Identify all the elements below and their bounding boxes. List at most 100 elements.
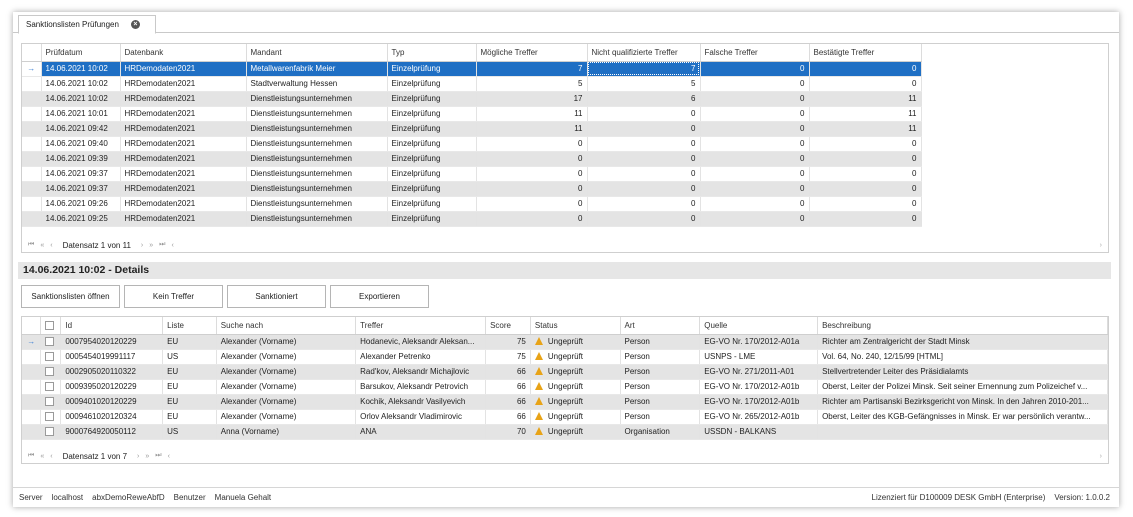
details-table-row[interactable]: 0002905020110322 EU Alexander (Vorname) Rad… <box>22 364 1108 380</box>
cell[interactable]: HRDemodaten2021 <box>120 121 247 137</box>
cell[interactable]: 0 <box>700 121 810 137</box>
cell[interactable]: 0 <box>587 106 701 122</box>
details-scroll-right-icon[interactable]: › <box>1100 453 1102 460</box>
nav-next-icon[interactable]: › <box>141 242 143 249</box>
cell[interactable]: EU <box>162 394 217 410</box>
col-header-datenbank[interactable]: Datenbank <box>120 44 247 62</box>
nav-next-page-icon[interactable]: » <box>149 242 153 249</box>
row-checkbox-cell[interactable] <box>40 349 62 365</box>
cell[interactable]: Person <box>620 364 701 380</box>
cell[interactable]: 0 <box>809 151 922 167</box>
details-table-row[interactable]: 0009395020120229 EU Alexander (Vorname) Bar… <box>22 379 1108 395</box>
row-checkbox-cell[interactable] <box>40 409 62 425</box>
cell[interactable]: Einzelprüfung <box>387 121 477 137</box>
cell[interactable]: 14.06.2021 09:26 <box>41 196 121 212</box>
cell[interactable]: 14.06.2021 09:39 <box>41 151 121 167</box>
row-checkbox[interactable] <box>45 397 55 407</box>
details-nav-first-icon[interactable]: ⏮ <box>28 452 34 460</box>
cell[interactable]: Barsukov, Aleksandr Petrovich <box>355 379 487 395</box>
cell[interactable]: 0 <box>700 166 810 182</box>
col-header-quelle[interactable]: Quelle <box>699 317 819 335</box>
cell[interactable]: 17 <box>476 91 588 107</box>
cell[interactable]: 0 <box>587 196 701 212</box>
cell[interactable]: 0009461020120324 <box>60 409 164 425</box>
cell[interactable]: HRDemodaten2021 <box>120 136 247 152</box>
cell[interactable]: HRDemodaten2021 <box>120 151 247 167</box>
row-checkbox[interactable] <box>45 367 55 377</box>
cell[interactable]: 0 <box>700 151 810 167</box>
cell[interactable]: 66 <box>485 379 531 395</box>
cell[interactable]: 14.06.2021 10:02 <box>41 91 121 107</box>
cell[interactable]: Alexander (Vorname) <box>216 379 357 395</box>
cell[interactable]: 0 <box>476 181 588 197</box>
cell[interactable]: 0 <box>476 166 588 182</box>
cell[interactable]: HRDemodaten2021 <box>120 166 247 182</box>
cell[interactable]: Oberst, Leiter der Polizei Minsk. Seit s… <box>817 379 1108 395</box>
status-cell[interactable]: Ungeprüft <box>530 334 621 350</box>
cell[interactable]: Einzelprüfung <box>387 151 477 167</box>
cell[interactable]: Einzelprüfung <box>387 76 477 92</box>
checks-table-row[interactable]: 14.06.2021 10:02 HRDemodaten2021 Stadtverw… <box>22 76 922 92</box>
cell[interactable]: 0 <box>700 106 810 122</box>
cell[interactable]: 0 <box>587 121 701 137</box>
cell[interactable]: 7 <box>476 61 588 77</box>
cell[interactable]: 0 <box>700 61 810 77</box>
cell[interactable]: EG-VO Nr. 170/2012-A01a <box>699 334 819 350</box>
col-header-status[interactable]: Status <box>530 317 621 335</box>
cell[interactable]: Alexander (Vorname) <box>216 394 357 410</box>
cell[interactable]: Anna (Vorname) <box>216 424 357 440</box>
cell[interactable]: 0 <box>700 76 810 92</box>
checks-table-row[interactable]: 14.06.2021 09:25 HRDemodaten2021 Dienstlei… <box>22 211 922 227</box>
cell[interactable]: Einzelprüfung <box>387 136 477 152</box>
cell[interactable]: 14.06.2021 10:01 <box>41 106 121 122</box>
row-checkbox-cell[interactable] <box>40 424 62 440</box>
col-header-mandant[interactable]: Mandant <box>246 44 388 62</box>
cell[interactable]: EG-VO Nr. 170/2012-A01b <box>699 379 819 395</box>
tab-sanktionslisten-pruefungen[interactable]: Sanktionslisten Prüfungen × <box>18 15 156 34</box>
cell[interactable]: 5 <box>587 76 701 92</box>
cell[interactable] <box>817 424 1108 440</box>
row-checkbox[interactable] <box>45 412 55 422</box>
details-table-row[interactable]: 0009401020120229 EU Alexander (Vorname) Koc… <box>22 394 1108 410</box>
cell[interactable]: Vol. 64, No. 240, 12/15/99 [HTML] <box>817 349 1108 365</box>
cell[interactable]: Dienstleistungsunternehmen <box>246 91 388 107</box>
checks-table-row[interactable]: 14.06.2021 09:37 HRDemodaten2021 Dienstlei… <box>22 166 922 182</box>
scroll-right-icon[interactable]: › <box>1100 242 1102 249</box>
cell[interactable]: Person <box>620 409 701 425</box>
checks-table-row[interactable]: 14.06.2021 09:26 HRDemodaten2021 Dienstlei… <box>22 196 922 212</box>
cell[interactable]: Alexander (Vorname) <box>216 349 357 365</box>
cell[interactable]: EU <box>162 334 217 350</box>
cell[interactable]: 11 <box>809 121 922 137</box>
cell[interactable]: 6 <box>587 91 701 107</box>
cell[interactable]: 0 <box>809 181 922 197</box>
cell[interactable]: Oberst, Leiter des KGB-Gefängnisses in M… <box>817 409 1108 425</box>
close-icon[interactable]: × <box>130 20 140 29</box>
cell[interactable]: 0009401020120229 <box>60 394 164 410</box>
status-cell[interactable]: Ungeprüft <box>530 424 621 440</box>
cell[interactable]: 0 <box>476 196 588 212</box>
cell[interactable]: Einzelprüfung <box>387 106 477 122</box>
cell[interactable]: HRDemodaten2021 <box>120 196 247 212</box>
cell[interactable]: Einzelprüfung <box>387 211 477 227</box>
checks-table-row[interactable]: 14.06.2021 09:42 HRDemodaten2021 Dienstlei… <box>22 121 922 137</box>
cell[interactable]: US <box>162 349 217 365</box>
cell[interactable]: 0002905020110322 <box>60 364 164 380</box>
cell[interactable]: Alexander (Vorname) <box>216 364 357 380</box>
col-header-typ[interactable]: Typ <box>387 44 477 62</box>
cell[interactable]: 0 <box>700 91 810 107</box>
col-header-liste[interactable]: Liste <box>162 317 217 335</box>
cell[interactable]: USSDN - BALKANS <box>699 424 819 440</box>
checks-table-row[interactable]: → 14.06.2021 10:02 HRDemodaten2021 Metallwa… <box>22 61 922 77</box>
col-header-beschreibung[interactable]: Beschreibung <box>817 317 1108 335</box>
row-checkbox-cell[interactable] <box>40 364 62 380</box>
cell[interactable]: Alexander (Vorname) <box>216 409 357 425</box>
col-header-pruefdatum[interactable]: Prüfdatum <box>41 44 121 62</box>
cell[interactable]: 0 <box>700 181 810 197</box>
cell[interactable]: 5 <box>476 76 588 92</box>
cell[interactable]: EU <box>162 364 217 380</box>
cell[interactable]: 14.06.2021 10:02 <box>41 76 121 92</box>
cell[interactable]: EU <box>162 409 217 425</box>
cell[interactable]: 11 <box>809 91 922 107</box>
cell[interactable]: 0 <box>809 211 922 227</box>
cell[interactable]: 11 <box>476 106 588 122</box>
